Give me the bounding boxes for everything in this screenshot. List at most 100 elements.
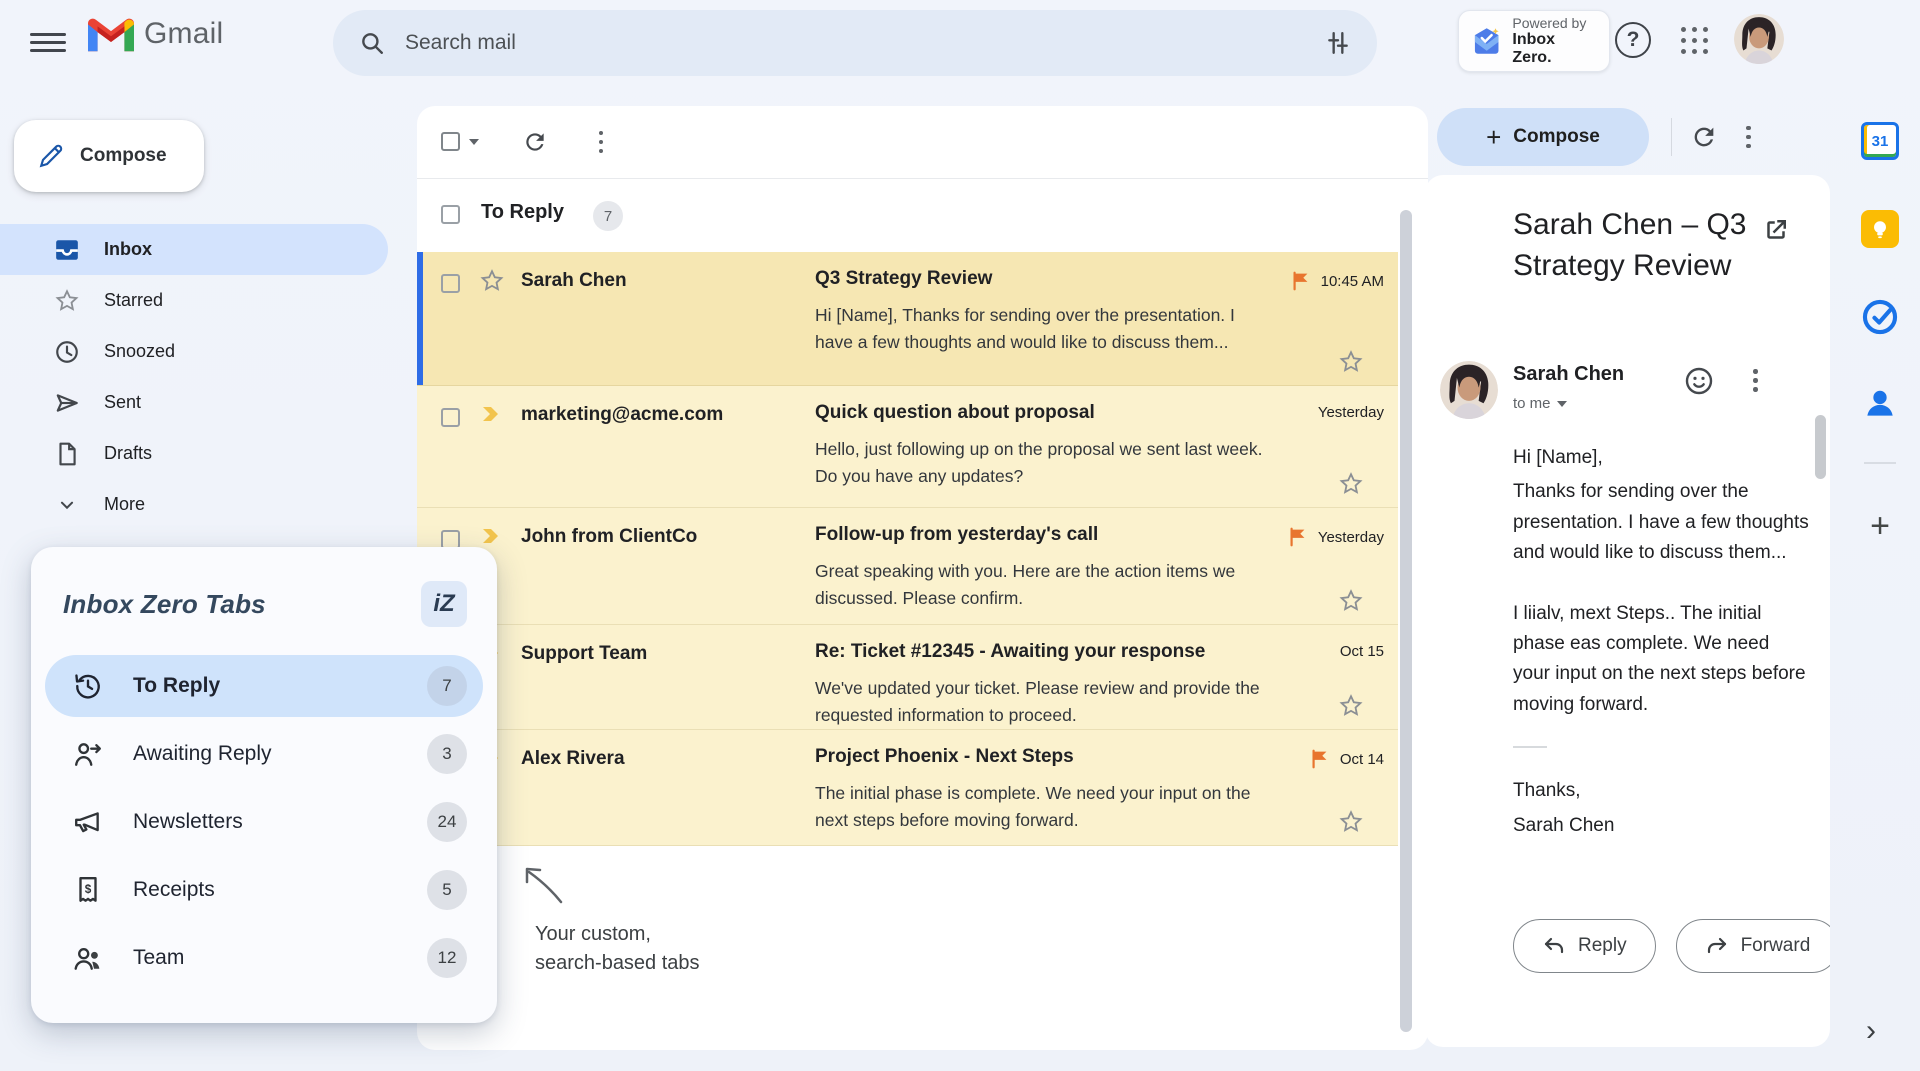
email-row-support-team[interactable]: Support Team Re: Ticket #12345 - Awaitin… <box>417 625 1398 730</box>
importance-marker-icon[interactable] <box>479 402 507 430</box>
inbox-zero-label: Inbox Zero. <box>1512 31 1597 67</box>
chevron-down-icon <box>1557 401 1567 407</box>
email-sender: John from ClientCo <box>521 526 801 548</box>
collapse-panel-chevron-icon[interactable]: › <box>1866 1014 1876 1048</box>
row-checkbox[interactable] <box>441 408 460 427</box>
tab-label: To Reply <box>133 674 220 698</box>
star-icon[interactable] <box>479 268 507 296</box>
reply-arrow-icon <box>1542 934 1566 958</box>
clock-icon <box>54 339 80 365</box>
tab-team[interactable]: Team 12 <box>45 927 483 989</box>
email-date: Yesterday <box>1318 404 1384 421</box>
body-closing: Thanks, <box>1513 776 1809 806</box>
email-snippet: We've updated your ticket. Please review… <box>815 675 1277 730</box>
apps-grid-icon[interactable] <box>1678 24 1712 58</box>
star-icon[interactable] <box>1338 588 1364 614</box>
email-date: Yesterday <box>1318 529 1384 546</box>
section-title: To Reply <box>481 201 564 224</box>
divider <box>1864 462 1896 464</box>
list-scrollbar[interactable] <box>1400 210 1412 1032</box>
select-dropdown-caret-icon[interactable] <box>469 139 479 145</box>
email-snippet: The initial phase is complete. We need y… <box>815 780 1277 835</box>
hamburger-menu-icon[interactable] <box>30 28 66 54</box>
calendar-icon[interactable]: 31 <box>1861 122 1899 160</box>
email-row-marketing-acme[interactable]: marketing@acme.com Quick question about … <box>417 386 1398 508</box>
email-actions: Reply Forward <box>1513 919 1830 973</box>
compose-button-reading-pane[interactable]: + Compose <box>1437 108 1649 166</box>
email-subject: Follow-up from yesterday's call <box>815 524 1285 546</box>
select-all-checkbox[interactable] <box>441 132 460 151</box>
help-icon[interactable]: ? <box>1615 22 1651 58</box>
more-options-icon[interactable] <box>1746 126 1751 149</box>
reading-pane-scrollbar[interactable] <box>1815 415 1826 479</box>
email-row-alex-rivera[interactable]: Alex Rivera Project Phoenix - Next Steps… <box>417 730 1398 846</box>
sidebar-item-label: Drafts <box>104 443 152 464</box>
tab-newsletters[interactable]: Newsletters 24 <box>45 791 483 853</box>
add-addon-plus-icon[interactable]: + <box>1862 508 1898 544</box>
search-bar[interactable] <box>333 10 1377 76</box>
search-input[interactable] <box>405 31 1325 55</box>
sidebar-item-label: Snoozed <box>104 341 175 362</box>
sidebar-item-inbox[interactable]: Inbox <box>0 224 388 275</box>
sidebar-item-snoozed[interactable]: Snoozed <box>0 326 388 377</box>
contacts-icon[interactable] <box>1861 384 1899 422</box>
account-avatar[interactable] <box>1734 14 1784 64</box>
recipient-label: to me <box>1513 395 1551 412</box>
sidebar-item-drafts[interactable]: Drafts <box>0 428 388 479</box>
history-icon <box>73 671 103 701</box>
star-icon[interactable] <box>1338 349 1364 375</box>
forward-button[interactable]: Forward <box>1676 919 1830 973</box>
compose-button[interactable]: Compose <box>14 120 204 192</box>
powered-by-inbox-zero-badge[interactable]: Powered by Inbox Zero. <box>1458 10 1610 72</box>
inbox-zero-envelope-icon <box>1471 25 1502 57</box>
emoji-reaction-icon[interactable] <box>1683 365 1715 397</box>
gmail-logo: Gmail <box>88 16 223 52</box>
body-paragraph: Thanks for sending over the presentation… <box>1513 477 1809 568</box>
star-icon[interactable] <box>1338 809 1364 835</box>
open-in-new-icon[interactable] <box>1761 215 1791 245</box>
search-icon <box>359 30 385 56</box>
sidebar-item-more[interactable]: More <box>0 479 388 530</box>
row-checkbox[interactable] <box>441 274 460 293</box>
people-icon <box>73 943 103 973</box>
star-icon[interactable] <box>1338 471 1364 497</box>
tab-to-reply[interactable]: To Reply 7 <box>45 655 483 717</box>
tab-awaiting-reply[interactable]: Awaiting Reply 3 <box>45 723 483 785</box>
email-subject: Quick question about proposal <box>815 402 1285 424</box>
email-subject: Project Phoenix - Next Steps <box>815 746 1285 768</box>
sidebar-item-sent[interactable]: Sent <box>0 377 388 428</box>
list-toolbar <box>417 106 1428 178</box>
reply-label: Reply <box>1578 935 1627 957</box>
flag-icon <box>1287 526 1309 548</box>
tab-count-badge: 3 <box>427 734 467 774</box>
inbox-zero-tabs-panel: Inbox Zero Tabs iZ To Reply 7 Awaiting R… <box>31 547 497 1023</box>
email-row-sarah-chen[interactable]: Sarah Chen Q3 Strategy Review Hi [Name],… <box>417 252 1398 386</box>
email-sender: Alex Rivera <box>521 748 801 770</box>
tab-count-badge: 12 <box>427 938 467 978</box>
keep-notes-icon[interactable] <box>1861 210 1899 248</box>
refresh-icon[interactable] <box>517 124 553 160</box>
annotation-line2: search-based tabs <box>535 949 700 978</box>
sidebar-item-starred[interactable]: Starred <box>0 275 388 326</box>
star-icon[interactable] <box>1338 693 1364 719</box>
body-paragraph: I liialv, mext Steps.. The initial phase… <box>1513 599 1809 721</box>
email-list-panel: To Reply 7 Sarah Chen Q3 Strategy Review… <box>417 106 1428 1050</box>
email-snippet: Hello, just following up on the proposal… <box>815 436 1277 491</box>
more-options-icon[interactable] <box>1753 369 1758 392</box>
tab-count-badge: 24 <box>427 802 467 842</box>
search-options-tune-icon[interactable] <box>1325 30 1351 56</box>
reply-button[interactable]: Reply <box>1513 919 1656 973</box>
plus-icon: + <box>1486 122 1501 153</box>
powered-by-label: Powered by <box>1512 15 1597 31</box>
refresh-icon[interactable] <box>1690 123 1718 151</box>
section-checkbox[interactable] <box>441 205 460 224</box>
more-options-icon[interactable] <box>583 124 619 160</box>
email-row-john-clientco[interactable]: John from ClientCo Follow-up from yester… <box>417 508 1398 625</box>
pencil-icon <box>38 143 64 169</box>
annotation-line1: Your custom, <box>535 920 700 949</box>
tab-receipts[interactable]: $ Receipts 5 <box>45 859 483 921</box>
recipient-row[interactable]: to me <box>1513 395 1567 412</box>
tasks-icon[interactable] <box>1861 298 1899 336</box>
gmail-app: Gmail Powered by Inbox Zero. ? Compose <box>0 0 1920 1071</box>
reading-pane-toolbar: + Compose <box>1437 108 1751 166</box>
